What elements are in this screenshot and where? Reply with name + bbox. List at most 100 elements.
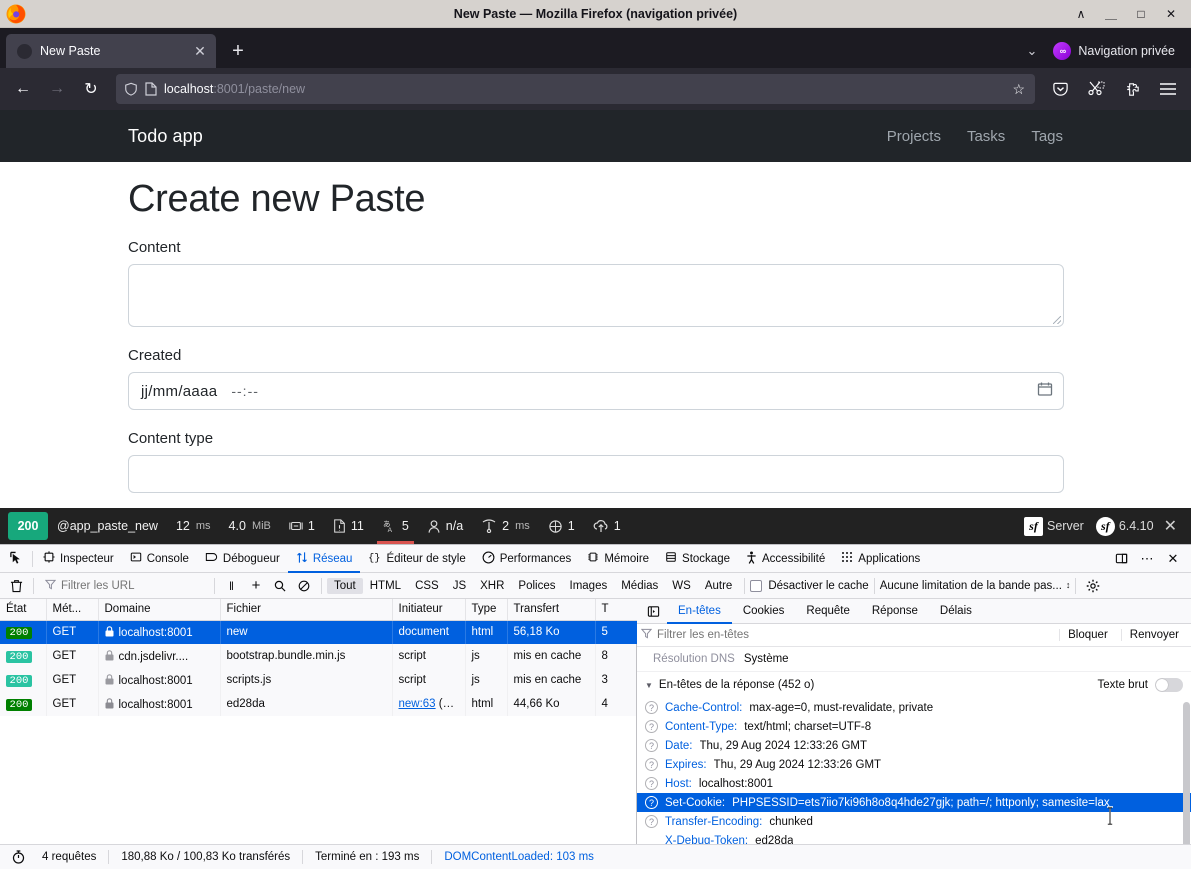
filter-type-html[interactable]: HTML (363, 578, 408, 594)
sf-database[interactable]: 2 ms (472, 508, 539, 544)
help-icon[interactable]: ? (645, 701, 658, 714)
nav-link-tags[interactable]: Tags (1031, 128, 1063, 145)
block-button[interactable]: Bloquer (1059, 629, 1116, 641)
table-row[interactable]: 200 GET localhost:8001 new document html… (0, 620, 638, 644)
tab-performances[interactable]: Performances (474, 545, 580, 573)
trash-icon[interactable] (4, 575, 28, 597)
filter-type-medias[interactable]: Médias (614, 578, 665, 594)
sf-http-client[interactable]: 1 (584, 508, 630, 544)
element-picker-icon[interactable] (2, 551, 30, 566)
col-transfert[interactable]: Transfert (507, 599, 596, 621)
help-icon[interactable]: ? (645, 739, 658, 752)
application-menu-icon[interactable] (1151, 73, 1185, 105)
filter-type-js[interactable]: JS (446, 578, 473, 594)
nav-link-projects[interactable]: Projects (887, 128, 941, 145)
col-methode[interactable]: Mét... (46, 599, 99, 621)
sf-http-status[interactable]: 200 (8, 512, 48, 540)
extensions-icon[interactable] (1115, 73, 1149, 105)
created-date-placeholder[interactable]: jj/mm/aaaa (141, 383, 217, 400)
col-taille[interactable]: T (595, 599, 638, 621)
url-filter[interactable] (39, 579, 209, 593)
filter-type-tout[interactable]: Tout (327, 577, 363, 594)
header-row[interactable]: ? Host: localhost:8001 (637, 774, 1191, 793)
sf-security[interactable]: n/a (418, 508, 472, 544)
resend-button[interactable]: Renvoyer (1120, 629, 1187, 641)
details-tab-cookies[interactable]: Cookies (732, 599, 796, 624)
tab-console[interactable]: Console (122, 545, 197, 573)
calendar-icon[interactable] (1037, 381, 1053, 402)
save-to-pocket-icon[interactable] (1043, 73, 1077, 105)
header-row[interactable]: ? Transfer-Encoding: chunked (637, 812, 1191, 831)
sf-route[interactable]: @app_paste_new (48, 508, 167, 544)
content-type-input[interactable] (128, 455, 1064, 493)
sf-forms[interactable]: 1 (280, 508, 324, 544)
add-request-icon[interactable]: + (244, 575, 268, 597)
bookmark-star-icon[interactable]: ☆ (1012, 81, 1027, 98)
site-brand[interactable]: Todo app (128, 126, 203, 147)
col-etat[interactable]: État (0, 599, 47, 621)
table-row[interactable]: 200 GET cdn.jsdelivr.... bootstrap.bundl… (0, 644, 638, 668)
help-icon[interactable]: ? (645, 720, 658, 733)
block-requests-icon[interactable] (292, 575, 316, 597)
tab-editeur-de-style[interactable]: {} Éditeur de style (360, 545, 473, 573)
nav-link-tasks[interactable]: Tasks (967, 128, 1005, 145)
headers-scrollbar[interactable] (1183, 702, 1190, 844)
filter-type-css[interactable]: CSS (408, 578, 446, 594)
details-tab-delais[interactable]: Délais (929, 599, 983, 624)
help-icon[interactable]: ? (645, 758, 658, 771)
filter-type-autre[interactable]: Autre (698, 578, 740, 594)
header-row[interactable]: ? Content-Type: text/html; charset=UTF-8 (637, 717, 1191, 736)
table-row[interactable]: 200 GET localhost:8001 ed28da new:63 (xh… (0, 692, 638, 716)
tab-close-icon[interactable]: ✕ (190, 41, 210, 61)
tab-memoire[interactable]: Mémoire (579, 545, 657, 573)
header-row[interactable]: ? Cache-Control: max-age=0, must-revalid… (637, 698, 1191, 717)
toggle-sidebar-icon[interactable] (639, 605, 667, 618)
shield-icon[interactable] (124, 82, 138, 96)
filter-type-images[interactable]: Images (563, 578, 615, 594)
sf-memory[interactable]: 4.0 MiB (220, 508, 280, 544)
sf-cache[interactable]: 1 (539, 508, 584, 544)
col-initiateur[interactable]: Initiateur (392, 599, 466, 621)
close-window-button[interactable]: ✕ (1157, 1, 1185, 27)
tab-accessibilite[interactable]: Accessibilité (738, 545, 833, 573)
throttling-select[interactable]: Aucune limitation de la bande pas... ↕ (880, 580, 1071, 592)
checkbox-box[interactable] (750, 579, 763, 592)
dock-position-icon[interactable] (1109, 547, 1133, 571)
collapse-button[interactable]: ∧ (1067, 1, 1095, 27)
pause-recording-icon[interactable]: ‖ (220, 575, 244, 597)
header-row[interactable]: X-Debug-Token: ed28da (637, 831, 1191, 845)
sf-time[interactable]: 12 ms (167, 508, 220, 544)
headers-filter-input[interactable] (657, 629, 1055, 641)
url-bar[interactable]: localhost:8001/paste/new ☆ (116, 74, 1035, 104)
help-icon[interactable]: ? (645, 777, 658, 790)
filter-type-polices[interactable]: Polices (511, 578, 562, 594)
triangle-down-icon[interactable]: ▼ (645, 681, 653, 690)
gear-icon[interactable] (1081, 575, 1105, 597)
new-tab-button[interactable]: + (222, 35, 254, 67)
devtools-more-icon[interactable]: ⋯ (1135, 547, 1159, 571)
table-row[interactable]: 200 GET localhost:8001 scripts.js script… (0, 668, 638, 692)
sf-version-label[interactable]: 6.4.10 (1119, 519, 1154, 533)
tab-debogueur[interactable]: Débogueur (197, 545, 288, 573)
raw-toggle-switch[interactable] (1155, 678, 1183, 692)
initiator-link[interactable]: new:63 (399, 698, 436, 710)
tab-inspecteur[interactable]: Inspecteur (35, 545, 122, 573)
tab-reseau[interactable]: Réseau (288, 545, 361, 573)
details-tab-reponse[interactable]: Réponse (861, 599, 929, 624)
browser-tab[interactable]: New Paste ✕ (6, 34, 216, 68)
header-row[interactable]: ? Expires: Thu, 29 Aug 2024 12:33:26 GMT (637, 755, 1191, 774)
details-tab-en-tetes[interactable]: En-têtes (667, 599, 732, 624)
response-headers-section-header[interactable]: ▼ En-têtes de la réponse (452 o) Texte b… (637, 672, 1191, 698)
help-icon[interactable]: ? (645, 815, 658, 828)
created-time-placeholder[interactable]: --:-- (231, 383, 259, 399)
filter-type-ws[interactable]: WS (665, 578, 698, 594)
help-icon[interactable]: ? (645, 796, 658, 809)
minimize-button[interactable]: ＿ (1097, 1, 1125, 27)
content-textarea[interactable] (128, 264, 1064, 327)
list-all-tabs-icon[interactable]: ⌄ (1017, 43, 1048, 59)
raw-toggle-group[interactable]: Texte brut (1098, 678, 1191, 692)
maximize-button[interactable]: □ (1127, 1, 1155, 27)
sf-env-label[interactable]: Server (1047, 519, 1092, 533)
tab-stockage[interactable]: Stockage (657, 545, 738, 573)
devtools-close-icon[interactable]: ✕ (1161, 547, 1185, 571)
